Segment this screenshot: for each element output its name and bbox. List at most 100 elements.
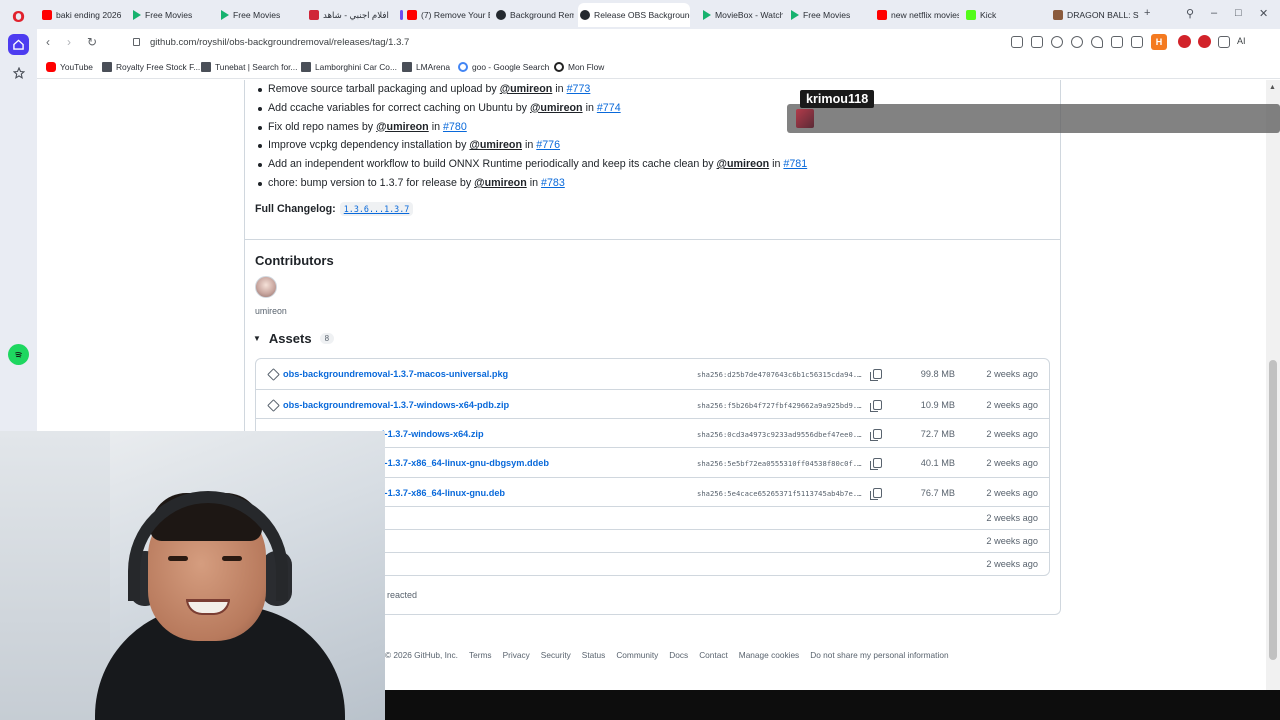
footer-link-terms[interactable]: Terms — [469, 650, 492, 660]
assets-toggle[interactable]: ▼ Assets 8 — [253, 331, 335, 346]
shield-icon[interactable] — [1051, 36, 1063, 48]
footer-link-privacy[interactable]: Privacy — [503, 650, 530, 660]
tab[interactable]: Free Movies — [789, 5, 869, 25]
copy-icon[interactable] — [870, 400, 882, 412]
user-mention[interactable]: @umireon — [376, 121, 429, 133]
asset-link[interactable]: l-1.3.7-windows-x64.zip — [382, 429, 484, 439]
tab[interactable]: Free Movies — [131, 5, 215, 25]
youtube-icon — [407, 10, 417, 20]
user-mention[interactable]: @umireon — [469, 139, 522, 151]
back-icon[interactable]: ‹ — [46, 35, 50, 49]
footer-link-cookies[interactable]: Manage cookies — [739, 650, 799, 660]
spotify-icon[interactable] — [8, 344, 29, 365]
tab[interactable]: new netflix movies — [875, 5, 959, 25]
assets-count-badge: 8 — [319, 333, 335, 344]
issue-link[interactable]: #776 — [536, 139, 560, 151]
bookmark-item[interactable]: Royalty Free Stock F... — [102, 62, 200, 72]
menu-icon[interactable] — [1131, 36, 1143, 48]
scroll-up-icon[interactable]: ▲ — [1269, 84, 1276, 91]
contributor-name[interactable]: umireon — [255, 306, 287, 316]
asset-size: 72.7 MB — [920, 429, 955, 439]
tab[interactable]: baki ending 2026 — [40, 5, 128, 25]
issue-link[interactable]: #781 — [783, 158, 807, 170]
camera-icon[interactable] — [1031, 36, 1043, 48]
divider — [244, 239, 1061, 240]
user-mention[interactable]: @umireon — [530, 102, 583, 114]
scrollbar[interactable]: ▲ — [1266, 80, 1280, 690]
tab-active[interactable]: Release OBS Background — [578, 3, 690, 27]
avatar[interactable] — [255, 276, 277, 298]
asset-link[interactable]: obs-backgroundremoval-1.3.7-macos-univer… — [283, 369, 508, 379]
asset-link[interactable]: obs-backgroundremoval-1.3.7-windows-x64-… — [283, 400, 509, 410]
bookmark-item[interactable]: LMArena — [402, 62, 450, 72]
tab[interactable]: Free Movies — [219, 5, 303, 25]
list-item: Improve vcpkg dependency installation by… — [257, 136, 807, 155]
footer-link-contact[interactable]: Contact — [699, 650, 728, 660]
play-icon — [221, 10, 229, 20]
ai-button[interactable]: AI — [1237, 36, 1246, 46]
footer-link-community[interactable]: Community — [616, 650, 658, 660]
footer-link-status[interactable]: Status — [582, 650, 606, 660]
issue-link[interactable]: #783 — [541, 177, 565, 189]
assets-heading: Assets — [268, 331, 312, 346]
maximize-icon[interactable]: □ — [1235, 7, 1242, 19]
issue-link[interactable]: #774 — [597, 102, 621, 114]
asset-link[interactable]: l-1.3.7-x86_64-linux-gnu-dbgsym.ddeb — [382, 458, 549, 468]
home-icon[interactable] — [8, 34, 29, 55]
close-window-icon[interactable]: ✕ — [1259, 7, 1268, 20]
star-icon[interactable] — [8, 62, 29, 83]
tab[interactable]: (7) Remove Your Ba — [398, 5, 490, 25]
user-mention[interactable]: @umireon — [717, 158, 770, 170]
extension-shield-icon[interactable] — [1178, 35, 1191, 48]
issue-link[interactable]: #773 — [567, 83, 591, 95]
tab[interactable]: DRAGON BALL: Sp — [1051, 5, 1139, 25]
user-mention[interactable]: @umireon — [500, 83, 553, 95]
play-circle-icon[interactable] — [1071, 36, 1083, 48]
copy-icon[interactable] — [870, 488, 882, 500]
asset-date: 2 weeks ago — [986, 513, 1038, 523]
tab[interactable]: افلام اجنبي - شاهد — [307, 5, 395, 25]
heart-icon[interactable] — [1091, 36, 1103, 48]
full-changelog: Full Changelog: 1.3.6...1.3.7 — [255, 202, 414, 216]
asset-date: 2 weeks ago — [986, 458, 1038, 468]
extension-h-icon[interactable]: H — [1151, 34, 1167, 50]
bookmark-item[interactable]: Mon Flow — [554, 62, 604, 72]
extension-red-icon[interactable] — [1198, 35, 1211, 48]
asset-date: 2 weeks ago — [986, 559, 1038, 569]
copy-icon[interactable] — [870, 369, 882, 381]
reactions-summary: reacted — [387, 590, 418, 600]
opera-logo-icon[interactable]: O — [8, 6, 29, 27]
bookmark-item[interactable]: goo - Google Search — [458, 62, 549, 72]
forward-icon[interactable]: › — [67, 35, 71, 49]
caret-down-icon: ▼ — [253, 334, 261, 343]
reload-icon[interactable]: ↻ — [87, 35, 97, 49]
bookmark-item[interactable]: Lamborghini Car Co... — [301, 62, 397, 72]
bookmark-item[interactable]: YouTube — [46, 62, 93, 72]
edit-icon[interactable] — [1011, 36, 1023, 48]
extension-box-icon[interactable] — [1218, 36, 1230, 48]
package-icon — [267, 368, 280, 381]
footer-link-do-not-share[interactable]: Do not share my personal information — [810, 650, 948, 660]
tab[interactable]: Background Remo — [494, 5, 574, 25]
changelog-compare-link[interactable]: 1.3.6...1.3.7 — [339, 202, 414, 216]
shahid-icon — [309, 10, 319, 20]
user-mention[interactable]: @umireon — [474, 177, 527, 189]
play-icon — [791, 10, 799, 20]
new-tab-icon[interactable]: + — [1144, 7, 1150, 19]
download-icon[interactable] — [1111, 36, 1123, 48]
copy-icon[interactable] — [870, 429, 882, 441]
footer-link-docs[interactable]: Docs — [669, 650, 688, 660]
scroll-thumb[interactable] — [1269, 360, 1277, 660]
contributors-heading: Contributors — [255, 253, 334, 268]
minimize-icon[interactable]: – — [1211, 7, 1217, 19]
url-field[interactable]: github.com/royshil/obs-backgroundremoval… — [133, 37, 409, 48]
tab[interactable]: Kick — [964, 5, 1044, 25]
copy-icon[interactable] — [870, 458, 882, 470]
asset-link[interactable]: l-1.3.7-x86_64-linux-gnu.deb — [382, 488, 505, 498]
tab[interactable]: MovieBox - Watch — [701, 5, 783, 25]
bookmark-item[interactable]: Tunebat | Search for... — [201, 62, 297, 72]
issue-link[interactable]: #780 — [443, 121, 467, 133]
search-tabs-icon[interactable]: ⚲ — [1186, 7, 1194, 20]
asset-size: 40.1 MB — [920, 458, 955, 468]
footer-link-security[interactable]: Security — [541, 650, 571, 660]
